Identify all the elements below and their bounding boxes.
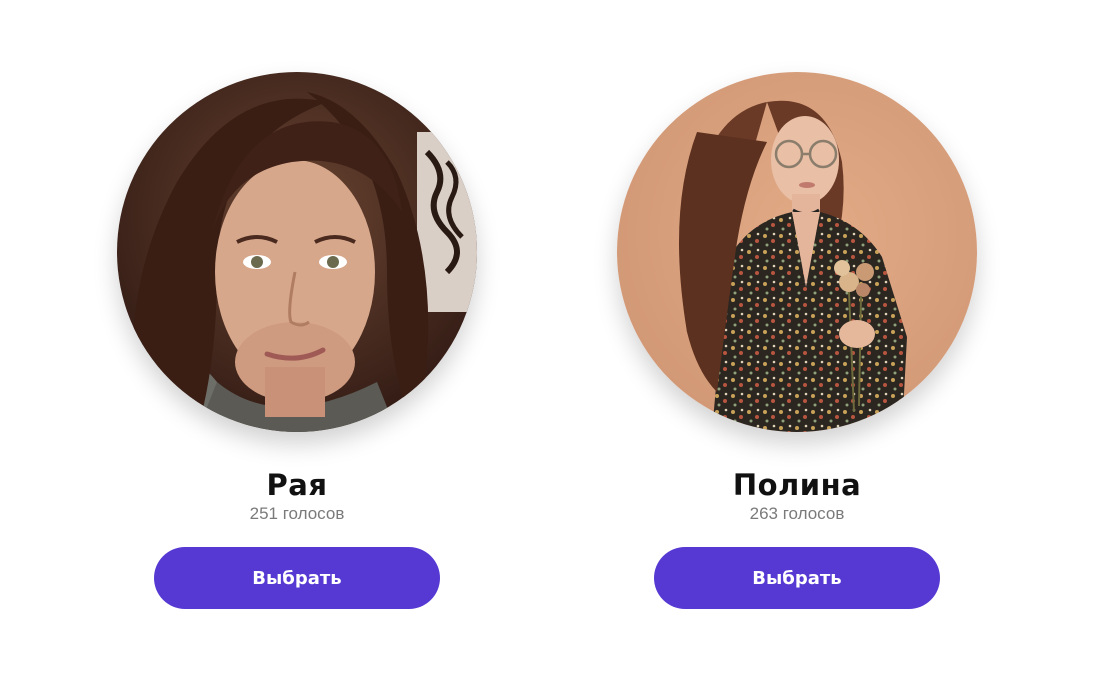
select-candidate-button[interactable]: Выбрать (654, 547, 940, 609)
candidate-vote-count: 263 голосов (749, 504, 845, 523)
select-candidate-button[interactable]: Выбрать (154, 547, 440, 609)
candidate-photo (117, 72, 477, 432)
candidate-photo-image (617, 72, 977, 432)
candidate-vote-count: 251 голосов (249, 504, 345, 523)
candidate-card-raya: Рая 251 голосов Выбрать (117, 72, 477, 609)
candidate-card-polina: Полина 263 голосов Выбрать (617, 72, 977, 609)
candidate-name: Полина (732, 468, 862, 502)
candidate-name: Рая (266, 468, 328, 502)
candidate-photo (617, 72, 977, 432)
voting-page: Рая 251 голосов Выбрать Полина 263 голос… (0, 0, 1098, 684)
candidate-photo-image (117, 72, 477, 432)
